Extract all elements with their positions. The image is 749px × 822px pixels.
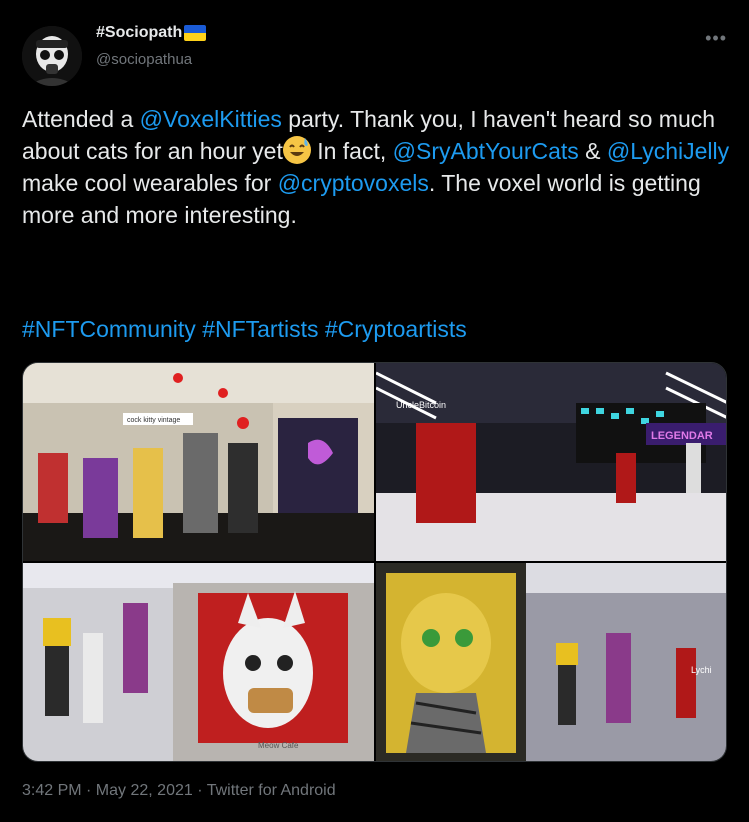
tweet-timestamp[interactable]: 3:42 PM · May 22, 2021 · Twitter for And… xyxy=(22,782,336,800)
media-label-2: UncleBitcoin xyxy=(396,400,446,410)
display-name-text: #Sociopath xyxy=(96,24,183,41)
text-part: & xyxy=(578,138,607,164)
media-label-1: cock kitty vintage xyxy=(127,417,180,424)
more-horizontal-icon[interactable]: ••• xyxy=(705,28,727,49)
tweet-text: Attended a @VoxelKitties party. Thank yo… xyxy=(22,103,732,231)
media-grid: cock kitty vintage LEGENDAR UncleBitcoin… xyxy=(22,362,727,762)
ukraine-flag-icon xyxy=(184,25,207,41)
avatar[interactable] xyxy=(22,26,82,86)
mention-link[interactable]: @SryAbtYourCats xyxy=(393,138,579,164)
sweat-smile-emoji-icon xyxy=(282,136,311,164)
text-part: Attended a xyxy=(22,106,140,132)
tweet: #Sociopath @sociopathua ••• Attended a @… xyxy=(0,0,749,822)
media-image-2[interactable]: LEGENDAR UncleBitcoin xyxy=(376,363,726,561)
text-part: In fact, xyxy=(310,138,393,164)
user-handle[interactable]: @sociopathua xyxy=(96,51,192,68)
media-image-1[interactable]: cock kitty vintage xyxy=(23,363,374,561)
mention-link[interactable]: @cryptovoxels xyxy=(278,170,429,196)
media-label-3: Meow Cafe xyxy=(258,741,299,750)
hashtag-links[interactable]: #NFTCommunity #NFTartists #Cryptoartists xyxy=(22,313,467,345)
display-name[interactable]: #Sociopath xyxy=(96,24,207,42)
text-part: make cool wearables for xyxy=(22,170,278,196)
media-label-4: Lychi xyxy=(691,665,712,675)
media-image-3[interactable]: Meow Cafe xyxy=(23,563,374,761)
media-image-4[interactable]: Lychi xyxy=(376,563,726,761)
media-sign-2: LEGENDAR xyxy=(651,430,713,442)
mention-link[interactable]: @LychiJelly xyxy=(607,138,729,164)
mention-link[interactable]: @VoxelKitties xyxy=(140,106,282,132)
